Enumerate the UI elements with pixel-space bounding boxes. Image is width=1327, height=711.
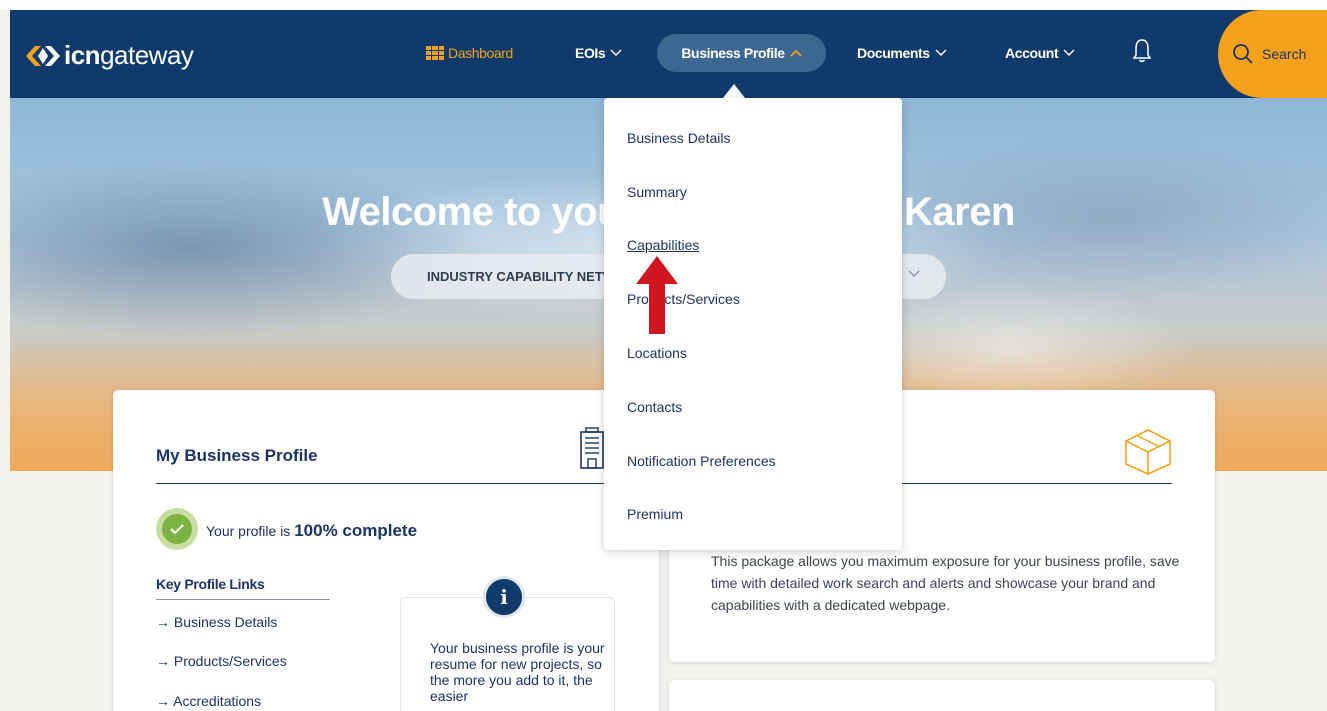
chevron-down-icon — [610, 49, 622, 56]
top-nav: icngateway Dashboard EOIs Business Profi… — [10, 10, 1327, 98]
nav-account[interactable]: Account — [1005, 34, 1075, 72]
nav-business-profile-label: Business Profile — [681, 45, 785, 61]
profile-completion-value: 100% complete — [294, 521, 418, 540]
menu-item-contacts[interactable]: Contacts — [627, 399, 682, 415]
info-callout-text: Your business profile is your resume for… — [430, 640, 605, 704]
business-profile-card: My Business Profile Your profile is 100%… — [113, 390, 659, 711]
red-arrow-annotation-icon — [636, 256, 678, 334]
nav-business-profile[interactable]: Business Profile — [657, 34, 826, 72]
menu-item-business-details[interactable]: Business Details — [627, 130, 731, 146]
check-circle-icon — [156, 508, 198, 550]
search-icon — [1233, 44, 1253, 64]
chevron-down-icon — [935, 49, 947, 56]
grid-icon — [426, 46, 444, 60]
menu-item-notification-preferences[interactable]: Notification Preferences — [627, 453, 776, 469]
logo-text-bold: icn — [64, 40, 101, 70]
nav-dashboard[interactable]: Dashboard — [426, 34, 513, 72]
package-box-icon — [1125, 429, 1171, 475]
dropdown-caret — [723, 84, 745, 98]
building-icon — [580, 427, 604, 469]
nav-eois[interactable]: EOIs — [575, 34, 622, 72]
info-icon: i — [483, 576, 525, 618]
business-profile-card-title: My Business Profile — [156, 446, 318, 465]
chevron-up-icon — [790, 49, 802, 57]
divider — [156, 483, 659, 484]
logo-text-light: gateway — [100, 40, 194, 70]
nav-documents-label: Documents — [857, 45, 930, 61]
search-label: Search — [1262, 46, 1307, 62]
profile-completion-prefix: Your profile is — [206, 523, 295, 539]
nav-account-label: Account — [1005, 45, 1059, 61]
logo-mark-icon — [26, 45, 60, 66]
profile-completion: Your profile is 100% complete — [206, 521, 417, 541]
menu-item-capabilities[interactable]: Capabilities — [627, 237, 699, 253]
icn-gateway-logo[interactable]: icngateway — [26, 40, 194, 71]
nav-documents[interactable]: Documents — [857, 34, 947, 72]
bell-icon[interactable] — [1132, 38, 1152, 64]
key-profile-links-heading: Key Profile Links — [156, 576, 265, 592]
nav-dashboard-label: Dashboard — [448, 45, 513, 61]
menu-item-summary[interactable]: Summary — [627, 184, 687, 200]
divider — [156, 599, 330, 600]
top-strip — [0, 0, 1327, 10]
nav-eois-label: EOIs — [575, 45, 606, 61]
key-link-products-services[interactable]: → Products/Services — [156, 653, 287, 669]
chevron-down-icon — [908, 270, 920, 277]
search-button[interactable]: Search — [1218, 10, 1327, 98]
premium-description: This package allows you maximum exposure… — [711, 553, 1180, 613]
menu-item-locations[interactable]: Locations — [627, 345, 687, 361]
key-link-accreditations[interactable]: → Accreditations — [156, 693, 261, 709]
secondary-card — [669, 680, 1215, 711]
chevron-down-icon — [1063, 49, 1075, 56]
key-link-business-details[interactable]: → Business Details — [156, 614, 277, 630]
menu-item-premium[interactable]: Premium — [627, 506, 683, 522]
